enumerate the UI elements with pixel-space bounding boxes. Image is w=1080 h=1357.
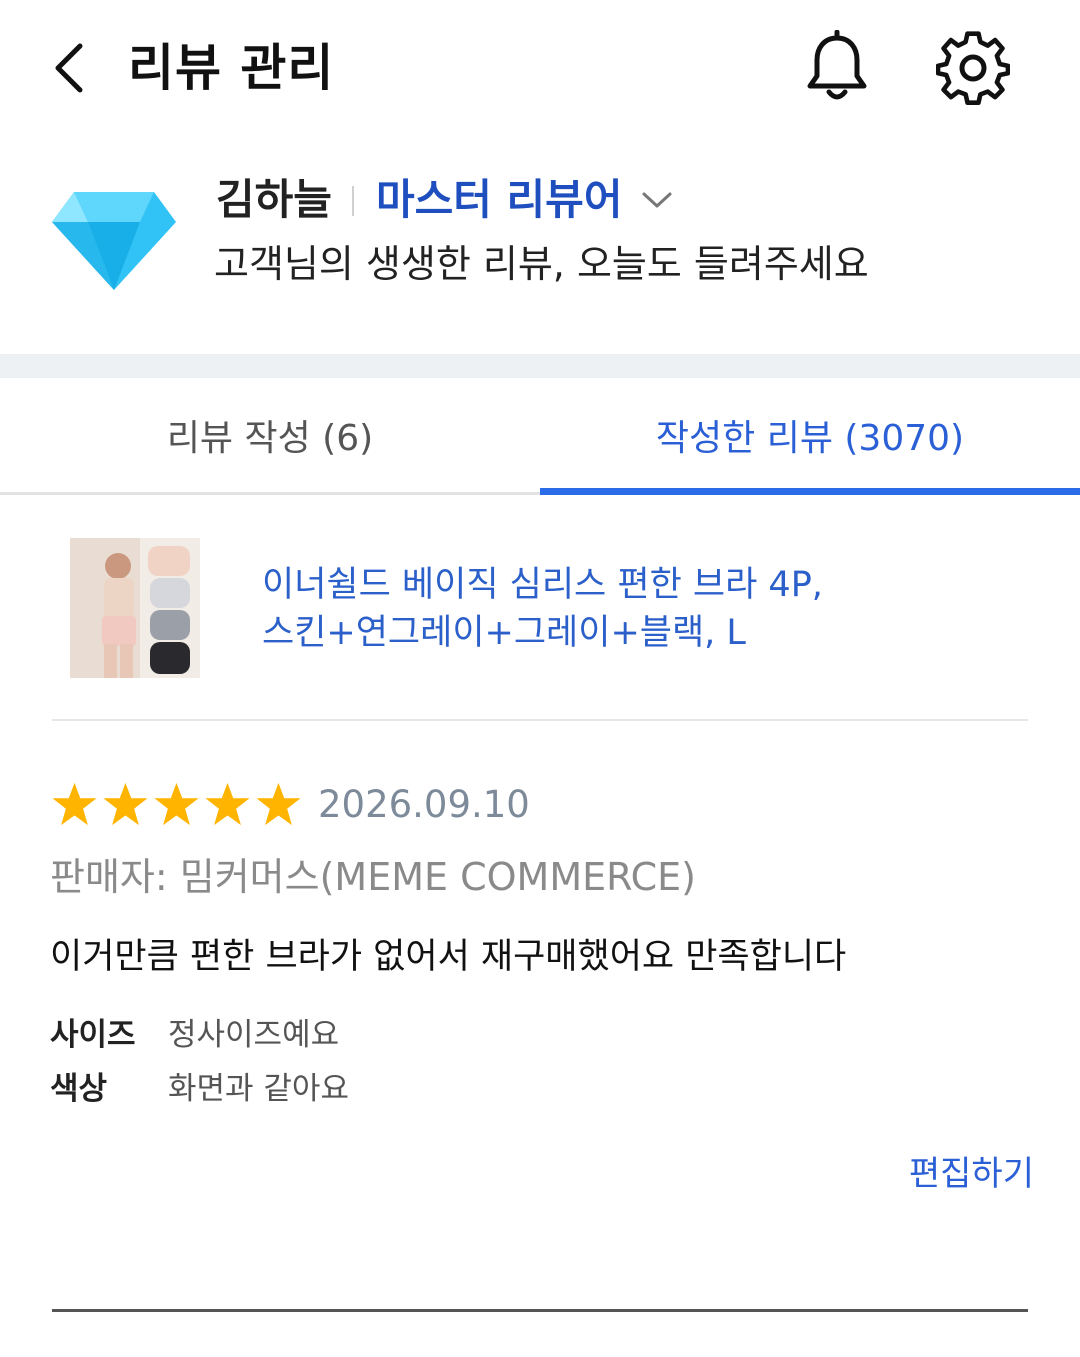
back-arrow-icon[interactable] (44, 38, 104, 98)
reviewer-profile: 김하늘 마스터 리뷰어 고객님의 생생한 리뷰, 오늘도 들려주세요 (0, 140, 1080, 354)
review-text: 이거만큼 편한 브라가 없어서 재구매했어요 만족합니다 (50, 937, 847, 977)
divider (52, 1309, 1028, 1312)
attribute-value-color: 화면과 같아요 (168, 1071, 349, 1107)
gear-icon[interactable] (936, 30, 1010, 106)
product-title-line2: 스킨+연그레이+그레이+블랙, L (262, 613, 746, 653)
product-title[interactable]: 이너쉴드 베이직 심리스 편한 브라 4P, 스킨+연그레이+그레이+블랙, L (262, 561, 962, 657)
product-title-line1: 이너쉴드 베이직 심리스 편한 브라 4P, (262, 565, 823, 605)
star-icon (103, 782, 148, 826)
review-tabs: 리뷰 작성 (6) 작성한 리뷰 (3070) (0, 378, 1080, 495)
bell-icon[interactable] (802, 30, 872, 106)
star-icon (52, 782, 97, 826)
section-separator (0, 354, 1080, 378)
name-separator (352, 186, 354, 216)
diamond-icon (52, 192, 176, 290)
star-icon (256, 782, 301, 826)
attribute-label-color: 색상 (50, 1071, 108, 1107)
reviewer-name: 김하늘 (216, 175, 332, 224)
star-rating (50, 781, 303, 827)
active-tab-indicator (540, 488, 1080, 495)
product-item: 이너쉴드 베이직 심리스 편한 브라 4P, 스킨+연그레이+그레이+블랙, L (0, 495, 1080, 721)
product-thumbnail[interactable] (70, 538, 200, 678)
edit-review-button[interactable]: 편집하기 (909, 1149, 1034, 1199)
review-card: 2026.09.10 판매자: 밈커머스(MEME COMMERCE) 이거만큼… (0, 721, 1080, 1329)
chevron-down-icon[interactable] (640, 184, 674, 214)
attribute-label-size: 사이즈 (50, 1017, 136, 1053)
page-title: 리뷰 관리 (128, 39, 335, 97)
star-icon (154, 782, 199, 826)
reviewer-grade[interactable]: 마스터 리뷰어 (376, 170, 622, 230)
tab-written-reviews[interactable]: 작성한 리뷰 (3070) (540, 378, 1080, 492)
seller-name: 판매자: 밈커머스(MEME COMMERCE) (50, 855, 697, 899)
profile-subtitle: 고객님의 생생한 리뷰, 오늘도 들려주세요 (214, 242, 869, 286)
tab-write-review[interactable]: 리뷰 작성 (6) (0, 378, 540, 492)
star-icon (205, 782, 250, 826)
top-app-bar: 리뷰 관리 (0, 0, 1080, 140)
attribute-value-size: 정사이즈예요 (168, 1017, 340, 1053)
review-date: 2026.09.10 (318, 783, 530, 826)
